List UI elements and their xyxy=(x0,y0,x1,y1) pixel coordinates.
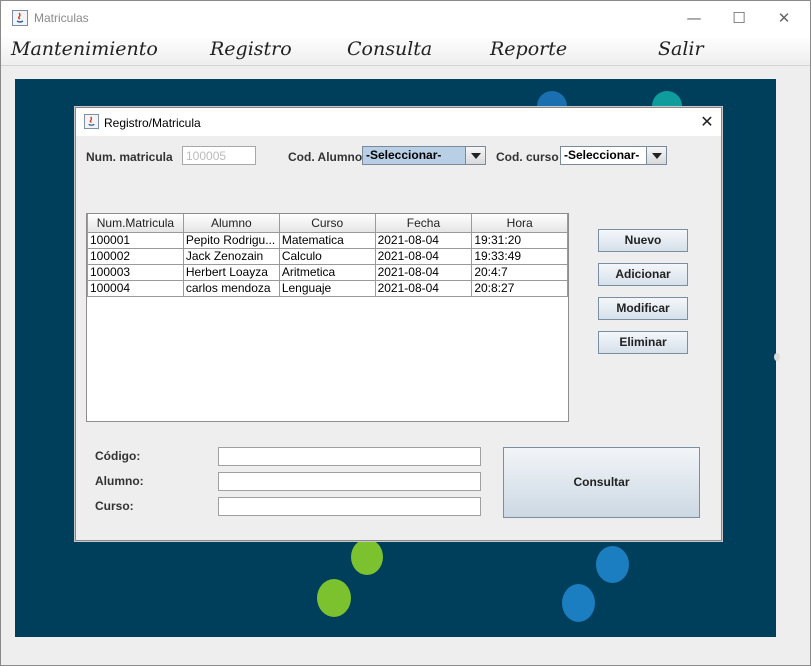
table-cell: 2021-08-04 xyxy=(374,247,473,265)
background-bubble xyxy=(596,546,629,583)
dialog-close-button[interactable]: ✕ xyxy=(696,111,718,133)
table-cell: carlos mendoza xyxy=(182,279,280,297)
table-row[interactable]: 100003 Herbert Loayza Aritmetica 2021-08… xyxy=(87,263,568,281)
table-row[interactable]: 100002 Jack Zenozain Calculo 2021-08-04 … xyxy=(87,247,568,265)
cod-curso-combo[interactable]: -Seleccionar- xyxy=(560,146,667,165)
cod-alumno-combo[interactable]: -Seleccionar- xyxy=(362,146,486,165)
minimize-button[interactable]: — xyxy=(684,8,704,28)
table-cell: 2021-08-04 xyxy=(374,263,473,281)
table-cell: 20:4:7 xyxy=(471,263,568,281)
window-title: Matriculas xyxy=(34,11,89,25)
table-cell: 100003 xyxy=(87,263,184,281)
matriculas-table[interactable]: Num.Matricula Alumno Curso Fecha Hora 10… xyxy=(86,213,569,422)
curso-label: Curso: xyxy=(95,499,134,513)
table-cell: 100004 xyxy=(87,279,184,297)
table-cell: Aritmetica xyxy=(278,263,376,281)
table-cell: Calculo xyxy=(278,247,376,265)
menu-salir[interactable]: Salir xyxy=(658,38,704,60)
title-bar: Matriculas — ☐ ✕ xyxy=(1,1,810,35)
chevron-down-icon[interactable] xyxy=(465,147,485,164)
cod-curso-selected: -Seleccionar- xyxy=(564,148,640,162)
column-header[interactable]: Fecha xyxy=(374,214,473,233)
table-cell: 19:31:20 xyxy=(471,231,568,249)
background-bubble xyxy=(351,539,383,575)
close-window-button[interactable]: ✕ xyxy=(774,8,794,28)
num-matricula-field[interactable]: 100005 xyxy=(182,146,256,165)
cod-curso-label: Cod. curso xyxy=(496,150,559,164)
table-cell: 20:8:27 xyxy=(471,279,568,297)
maximize-button[interactable]: ☐ xyxy=(729,8,749,28)
dialog-title: Registro/Matricula xyxy=(104,116,201,130)
cod-alumno-label: Cod. Alumno xyxy=(288,150,363,164)
table-cell: Herbert Loayza xyxy=(182,263,280,281)
background-bubble xyxy=(317,579,351,617)
registro-matricula-dialog: Registro/Matricula ✕ Num. matricula 1000… xyxy=(75,107,722,541)
modificar-button[interactable]: Modificar xyxy=(598,297,688,320)
column-header[interactable]: Curso xyxy=(278,214,376,233)
codigo-field[interactable] xyxy=(218,447,481,466)
table-header-row: Num.Matricula Alumno Curso Fecha Hora xyxy=(87,214,568,233)
table-cell: Matematica xyxy=(278,231,376,249)
app-window: Matriculas — ☐ ✕ Mantenimiento Registro … xyxy=(0,0,811,666)
eliminar-button[interactable]: Eliminar xyxy=(598,331,688,354)
background-bubble xyxy=(562,584,595,622)
consultar-button[interactable]: Consultar xyxy=(503,447,700,518)
table-cell: 19:33:49 xyxy=(471,247,568,265)
table-cell: Lenguaje xyxy=(278,279,376,297)
num-matricula-label: Num. matricula xyxy=(86,150,173,164)
curso-field[interactable] xyxy=(218,497,481,516)
table-row[interactable]: 100001 Pepito Rodrigu... Matematica 2021… xyxy=(87,231,568,249)
column-header[interactable]: Num.Matricula xyxy=(87,214,184,233)
dialog-title-bar: Registro/Matricula ✕ xyxy=(76,108,721,136)
chevron-down-icon[interactable] xyxy=(646,147,666,164)
table-cell: 2021-08-04 xyxy=(374,231,473,249)
column-header[interactable]: Hora xyxy=(471,214,568,233)
codigo-label: Código: xyxy=(95,449,141,463)
table-cell: 2021-08-04 xyxy=(374,279,473,297)
table-row[interactable]: 100004 carlos mendoza Lenguaje 2021-08-0… xyxy=(87,279,568,297)
table-cell: Pepito Rodrigu... xyxy=(182,231,280,249)
cod-alumno-selected: -Seleccionar- xyxy=(366,148,442,162)
column-header[interactable]: Alumno xyxy=(182,214,280,233)
menu-registro[interactable]: Registro xyxy=(210,38,292,60)
nuevo-button[interactable]: Nuevo xyxy=(598,229,688,252)
table-cell: 100001 xyxy=(87,231,184,249)
menu-bar: Mantenimiento Registro Consulta Reporte … xyxy=(1,35,810,66)
java-app-icon xyxy=(84,114,99,129)
background-dot xyxy=(774,353,780,361)
adicionar-button[interactable]: Adicionar xyxy=(598,263,688,286)
menu-reporte[interactable]: Reporte xyxy=(490,38,567,60)
table-cell: 100002 xyxy=(87,247,184,265)
alumno-field[interactable] xyxy=(218,472,481,491)
table-cell: Jack Zenozain xyxy=(182,247,280,265)
menu-mantenimiento[interactable]: Mantenimiento xyxy=(11,38,158,60)
menu-consulta[interactable]: Consulta xyxy=(347,38,432,60)
java-app-icon xyxy=(12,10,28,26)
alumno-label: Alumno: xyxy=(95,474,144,488)
